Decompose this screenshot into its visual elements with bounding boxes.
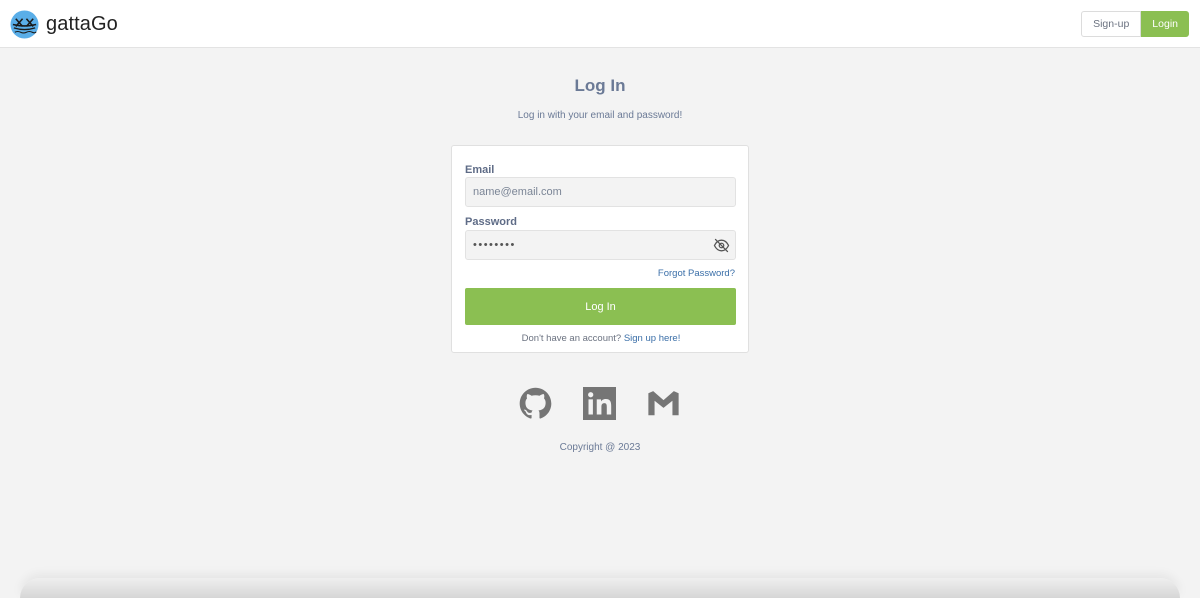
- page-title: Log In: [574, 76, 626, 95]
- signup-here-link[interactable]: Sign up here!: [624, 333, 681, 344]
- gmail-icon: [648, 391, 679, 416]
- brand-name: gattaGo: [46, 12, 118, 35]
- linkedin-icon: [583, 387, 616, 420]
- signup-prompt: Don't have an account? Sign up here!: [452, 333, 750, 344]
- login-submit-button[interactable]: Log In: [465, 288, 736, 325]
- gmail-link[interactable]: [647, 387, 680, 420]
- eye-off-icon[interactable]: [713, 237, 730, 254]
- social-links: [519, 387, 680, 420]
- page-subtitle: Log in with your email and password!: [517, 110, 683, 121]
- password-label: Password: [465, 216, 517, 228]
- nav-button-group: Sign-up Login: [1081, 11, 1189, 37]
- signup-button[interactable]: Sign-up: [1081, 11, 1142, 37]
- forgot-password-link[interactable]: Forgot Password?: [658, 268, 735, 279]
- linkedin-link[interactable]: [583, 387, 616, 420]
- login-nav-button[interactable]: Login: [1141, 11, 1189, 37]
- signup-prompt-text: Don't have an account?: [521, 333, 624, 344]
- email-label: Email: [465, 164, 495, 176]
- github-icon: [519, 387, 552, 419]
- copyright-text: Copyright @ 2023: [559, 442, 641, 453]
- brand-home-link[interactable]: gattaGo: [10, 9, 118, 39]
- top-navbar: gattaGo Sign-up Login: [0, 0, 1200, 48]
- bottom-shadow-decoration: [20, 578, 1180, 598]
- login-form-card: Email Password Forgot Password? Log In D…: [451, 145, 749, 353]
- password-field[interactable]: [465, 230, 736, 260]
- rowing-boat-logo-icon: [10, 9, 39, 39]
- github-link[interactable]: [519, 387, 552, 420]
- email-field[interactable]: [465, 177, 736, 207]
